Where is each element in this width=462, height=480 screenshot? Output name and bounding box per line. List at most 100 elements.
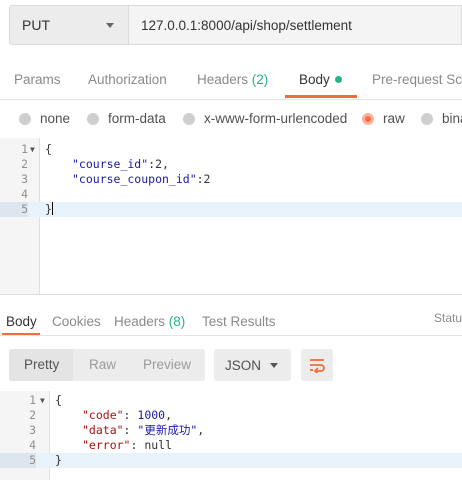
response-tab-headers-label: Headers [114, 314, 166, 329]
line-number: 4 [29, 438, 36, 452]
tab-body[interactable]: Body [299, 72, 342, 87]
method-label: PUT [22, 17, 50, 33]
tab-authorization-label: Authorization [88, 72, 167, 87]
editor-line: 4 [0, 187, 462, 202]
pretty-button[interactable]: Pretty [24, 357, 59, 372]
tab-headers-label: Headers [197, 72, 249, 87]
response-tab-body[interactable]: Body [6, 314, 37, 329]
line-number: 2 [21, 157, 28, 171]
view-mode-group: Pretty Raw Preview [9, 349, 205, 381]
line-number: 2 [29, 408, 36, 422]
json-tail: , [165, 408, 173, 422]
pane-divider[interactable] [0, 294, 462, 295]
response-tab-cookies[interactable]: Cookies [52, 314, 101, 329]
preview-button[interactable]: Preview [143, 357, 191, 372]
active-tab-underline [2, 333, 40, 335]
body-type-binary[interactable]: bina [421, 111, 462, 126]
code-text: { [45, 142, 52, 156]
radio-icon [19, 112, 31, 125]
tab-params-label: Params [14, 72, 61, 87]
body-type-none[interactable]: none [19, 111, 70, 126]
response-tab-test-results-label: Test Results [202, 314, 276, 329]
json-value: 1000 [137, 408, 166, 422]
wrap-lines-icon [310, 359, 325, 373]
code-text: } [55, 453, 62, 467]
radio-icon [87, 112, 99, 125]
response-tab-test-results[interactable]: Test Results [202, 314, 276, 329]
body-type-binary-label: bina [442, 111, 462, 126]
wrap-lines-button[interactable] [301, 349, 333, 381]
tab-params[interactable]: Params [14, 72, 61, 87]
method-select[interactable]: PUT [9, 5, 129, 45]
editor-line: 1 ▼ { [0, 393, 462, 408]
body-type-none-label: none [40, 111, 71, 126]
body-type-urlencoded[interactable]: x-www-form-urlencoded [183, 111, 347, 126]
editor-line-current: 5 } [0, 453, 462, 468]
body-type-urlencoded-label: x-www-form-urlencoded [204, 111, 348, 126]
raw-button[interactable]: Raw [89, 357, 116, 372]
caret-down-icon [106, 22, 114, 28]
tab-authorization[interactable]: Authorization [88, 72, 167, 87]
body-type-raw-label: raw [383, 111, 405, 126]
format-select-value: JSON [225, 357, 262, 373]
format-select[interactable]: JSON [214, 349, 291, 381]
tab-pre-request-label: Pre-request Scr [372, 72, 462, 87]
json-key: "data" [82, 423, 124, 437]
editor-line: 2 "course_id":2, [0, 157, 462, 172]
editor-line-current: 5 } [0, 202, 462, 217]
line-number: 1 [21, 142, 28, 156]
radio-icon [421, 112, 433, 125]
fold-triangle-icon[interactable]: ▼ [30, 142, 35, 157]
response-toolbar: Pretty Raw Preview JSON [9, 349, 462, 381]
response-tab-headers[interactable]: Headers (8) [114, 314, 185, 329]
response-tab-headers-count: (8) [168, 314, 186, 329]
line-number: 1 [29, 393, 36, 407]
json-rest: :2 [196, 172, 211, 186]
editor-line: 4 "error": null [0, 438, 462, 453]
body-type-form-data[interactable]: form-data [87, 111, 166, 126]
json-key: "error" [82, 438, 131, 452]
line-number: 5 [0, 453, 36, 468]
json-tail: , [197, 423, 205, 437]
tab-pre-request-script[interactable]: Pre-request Scr [372, 72, 462, 87]
response-tab-cookies-label: Cookies [52, 314, 101, 329]
json-value: null [144, 438, 173, 452]
json-key: "course_id" [72, 157, 149, 171]
body-type-raw[interactable]: raw [362, 111, 405, 126]
line-number: 5 [0, 202, 28, 217]
body-type-form-data-label: form-data [108, 111, 166, 126]
tab-headers-count: (2) [251, 72, 269, 87]
url-input[interactable]: 127.0.0.1:8000/api/shop/settlement [129, 5, 462, 45]
json-key: "code" [82, 408, 124, 422]
line-number: 3 [21, 172, 28, 186]
json-value: "更新成功" [137, 423, 198, 437]
line-number: 4 [21, 187, 28, 201]
response-tabs: Body Cookies Headers (8) Test Results St… [0, 306, 462, 336]
request-tabs: Params Authorization Headers (2) Body Pr… [0, 62, 462, 100]
editor-line: 1 ▼ { [0, 142, 462, 157]
active-tab-underline [285, 95, 357, 98]
radio-icon [183, 112, 195, 125]
request-bar: PUT 127.0.0.1:8000/api/shop/settlement [9, 5, 462, 45]
request-body-editor[interactable]: 1 ▼ { 2 "course_id":2, 3 "course_coupon_… [0, 138, 462, 294]
text-cursor [51, 202, 53, 215]
json-sep: : [123, 423, 138, 437]
tab-headers[interactable]: Headers (2) [197, 72, 268, 87]
radio-checked-icon [362, 112, 374, 125]
json-sep: : [130, 438, 145, 452]
response-body-viewer[interactable]: 1 ▼ { 2 "code": 1000, 3 "data": "更新成功", … [0, 391, 462, 480]
json-sep: : [123, 408, 138, 422]
tab-body-label: Body [299, 72, 330, 87]
line-number: 3 [29, 423, 36, 437]
editor-line: 3 "data": "更新成功", [0, 423, 462, 438]
fold-triangle-icon[interactable]: ▼ [40, 393, 45, 408]
code-text: } [45, 202, 52, 216]
json-rest: :2, [148, 157, 169, 171]
caret-down-icon [270, 363, 278, 368]
json-key: "course_coupon_id" [72, 172, 197, 186]
response-tab-body-label: Body [6, 314, 37, 329]
code-text: { [55, 393, 62, 407]
editor-line: 2 "code": 1000, [0, 408, 462, 423]
body-type-options: none form-data x-www-form-urlencoded raw… [0, 108, 462, 132]
editor-line: 3 "course_coupon_id":2 [0, 172, 462, 187]
